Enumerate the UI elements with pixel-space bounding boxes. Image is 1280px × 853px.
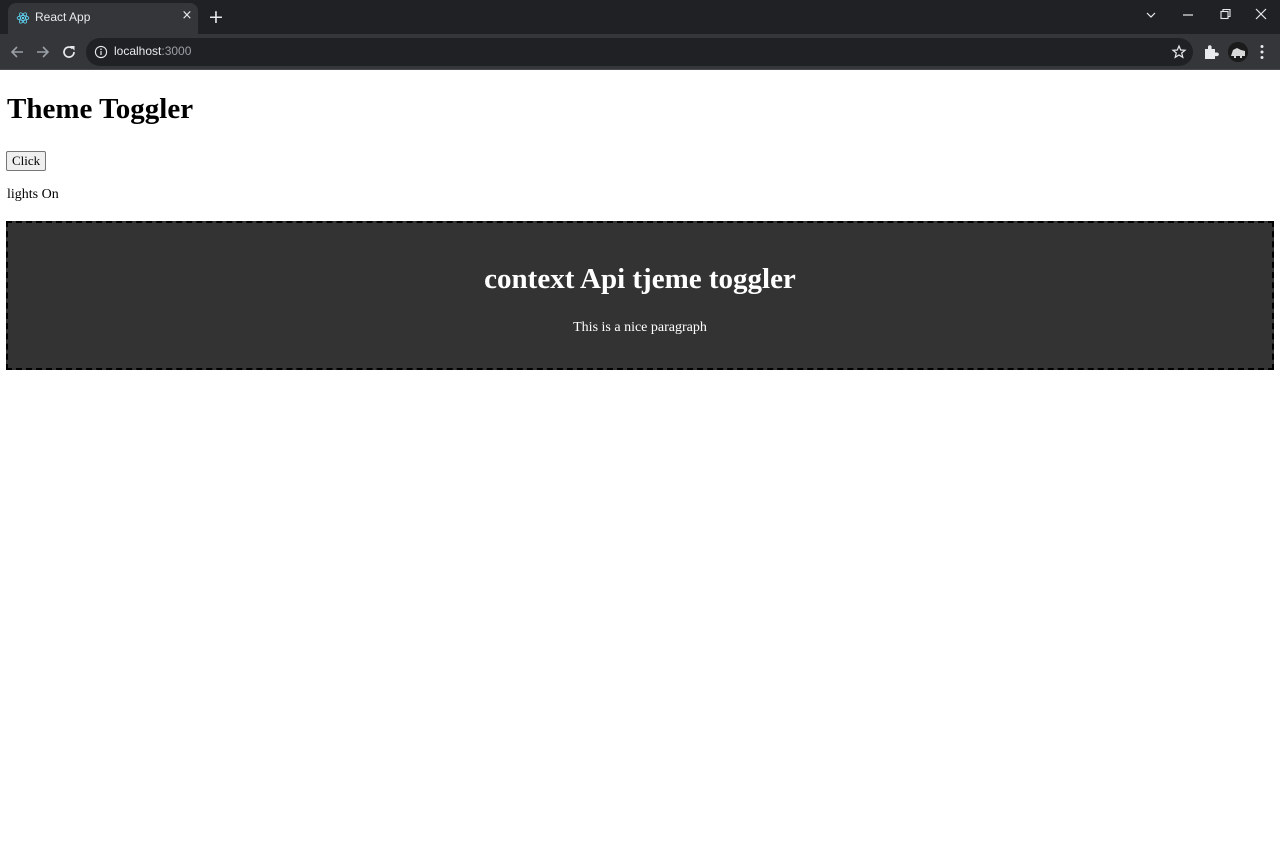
click-button[interactable]: Click [6, 151, 47, 171]
browser-tabstrip: React App × + [0, 0, 1280, 34]
close-icon[interactable] [1250, 5, 1272, 25]
kebab-menu-icon[interactable] [1254, 43, 1270, 61]
minimize-icon[interactable] [1177, 5, 1199, 25]
star-icon[interactable] [1171, 44, 1187, 60]
page-content: Theme Toggler Click lights On context Ap… [0, 71, 1280, 853]
address-bar[interactable]: localhost:3000 [86, 38, 1193, 66]
browser-tab-active[interactable]: React App × [8, 3, 198, 34]
box-paragraph: This is a nice paragraph [573, 320, 707, 335]
back-icon[interactable] [7, 42, 27, 62]
reload-icon[interactable] [59, 42, 79, 62]
restore-icon[interactable] [1214, 5, 1236, 25]
url-text: localhost:3000 [114, 44, 191, 58]
theme-box: context Api tjeme toggler This is a nice… [6, 221, 1274, 370]
lights-status-text: lights On [7, 187, 59, 202]
react-favicon-icon [16, 12, 30, 24]
new-tab-button[interactable]: + [206, 7, 226, 27]
tab-title: React App [35, 10, 91, 24]
extensions-icon[interactable] [1202, 43, 1220, 61]
forward-icon[interactable] [33, 42, 53, 62]
avatar-image [1228, 42, 1248, 62]
info-icon[interactable] [94, 45, 108, 59]
url-host: localhost [114, 44, 162, 58]
chevron-down-icon[interactable] [1140, 5, 1162, 25]
profile-avatar[interactable] [1228, 42, 1248, 62]
browser-toolbar: localhost:3000 [0, 34, 1280, 70]
tab-close-icon[interactable]: × [180, 9, 194, 23]
page-title: Theme Toggler [7, 93, 194, 125]
box-heading: context Api tjeme toggler [484, 263, 796, 295]
url-port: :3000 [161, 44, 192, 58]
